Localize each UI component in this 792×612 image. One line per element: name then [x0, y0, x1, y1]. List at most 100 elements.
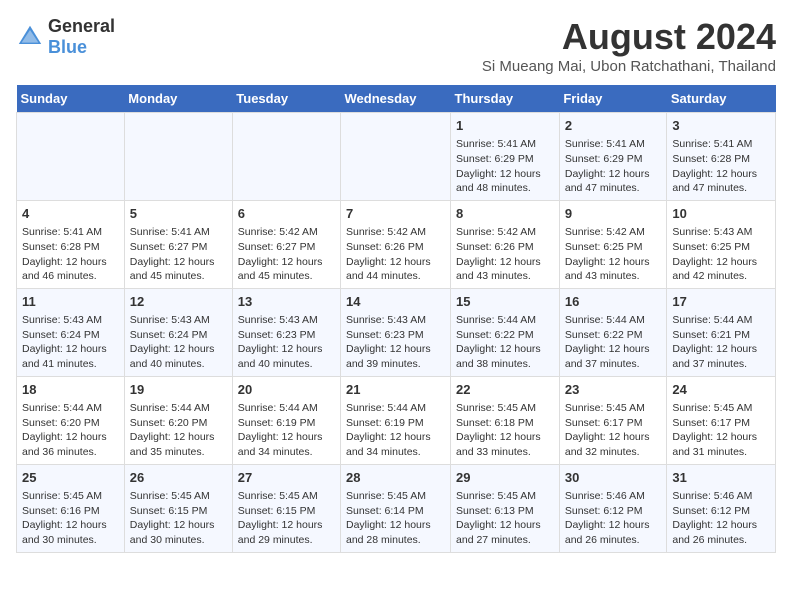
logo: General Blue: [16, 16, 115, 58]
day-info: Sunrise: 5:46 AMSunset: 6:12 PMDaylight:…: [672, 489, 770, 548]
day-info: Sunrise: 5:45 AMSunset: 6:15 PMDaylight:…: [130, 489, 227, 548]
day-number: 17: [672, 293, 770, 311]
calendar-cell: 15Sunrise: 5:44 AMSunset: 6:22 PMDayligh…: [451, 288, 560, 376]
title-section: August 2024 Si Mueang Mai, Ubon Ratchath…: [482, 16, 776, 75]
calendar-cell: 24 Sunrise: 5:45 AMSunset: 6:17 PMDayligh…: [667, 376, 776, 464]
day-info: Sunrise: 5:44 AMSunset: 6:20 PMDaylight:…: [130, 401, 227, 460]
day-info: Sunrise: 5:43 AMSunset: 6:23 PMDaylight:…: [346, 313, 445, 372]
day-info: Sunrise: 5:45 AMSunset: 6:17 PMDaylight:…: [565, 401, 662, 460]
calendar-cell: 28 Sunrise: 5:45 AMSunset: 6:14 PMDayligh…: [341, 464, 451, 552]
calendar-week-row: 18 Sunrise: 5:44 AMSunset: 6:20 PMDayligh…: [17, 376, 776, 464]
calendar-cell: 19 Sunrise: 5:44 AMSunset: 6:20 PMDayligh…: [124, 376, 232, 464]
calendar-cell: 21 Sunrise: 5:44 AMSunset: 6:19 PMDayligh…: [341, 376, 451, 464]
day-info: Sunrise: 5:41 AMSunset: 6:29 PMDaylight:…: [565, 137, 662, 196]
day-number: 4: [22, 205, 119, 223]
calendar-cell: 12 Sunrise: 5:43 AMSunset: 6:24 PMDayligh…: [124, 288, 232, 376]
calendar-cell: 9 Sunrise: 5:42 AMSunset: 6:25 PMDaylight…: [559, 200, 667, 288]
day-info: Sunrise: 5:44 AMSunset: 6:20 PMDaylight:…: [22, 401, 119, 460]
day-info: Sunrise: 5:41 AMSunset: 6:29 PMDaylight:…: [456, 137, 554, 196]
day-number: 25: [22, 469, 119, 487]
calendar-cell: 18 Sunrise: 5:44 AMSunset: 6:20 PMDayligh…: [17, 376, 125, 464]
calendar-cell: [17, 113, 125, 201]
calendar-cell: 17 Sunrise: 5:44 AMSunset: 6:21 PMDayligh…: [667, 288, 776, 376]
calendar-cell: 25 Sunrise: 5:45 AMSunset: 6:16 PMDayligh…: [17, 464, 125, 552]
page-header: General Blue August 2024 Si Mueang Mai, …: [16, 16, 776, 75]
day-info: Sunrise: 5:45 AMSunset: 6:13 PMDaylight:…: [456, 489, 554, 548]
day-info: Sunrise: 5:42 AMSunset: 6:27 PMDaylight:…: [238, 225, 335, 284]
calendar-cell: 27Sunrise: 5:45 AMSunset: 6:15 PMDayligh…: [232, 464, 340, 552]
day-number: 30: [565, 469, 662, 487]
day-number: 18: [22, 381, 119, 399]
day-number: 12: [130, 293, 227, 311]
day-info: Sunrise: 5:45 AMSunset: 6:18 PMDaylight:…: [456, 401, 554, 460]
day-number: 2: [565, 117, 662, 135]
day-info: Sunrise: 5:44 AMSunset: 6:19 PMDaylight:…: [238, 401, 335, 460]
calendar-cell: 10Sunrise: 5:43 AMSunset: 6:25 PMDayligh…: [667, 200, 776, 288]
day-info: Sunrise: 5:43 AMSunset: 6:24 PMDaylight:…: [130, 313, 227, 372]
calendar-week-row: 1 Sunrise: 5:41 AMSunset: 6:29 PMDaylight…: [17, 113, 776, 201]
calendar-week-row: 11 Sunrise: 5:43 AMSunset: 6:24 PMDayligh…: [17, 288, 776, 376]
day-info: Sunrise: 5:45 AMSunset: 6:17 PMDaylight:…: [672, 401, 770, 460]
calendar-cell: 7 Sunrise: 5:42 AMSunset: 6:26 PMDaylight…: [341, 200, 451, 288]
column-header-wednesday: Wednesday: [341, 85, 451, 113]
day-number: 1: [456, 117, 554, 135]
day-number: 11: [22, 293, 119, 311]
calendar-cell: 13Sunrise: 5:43 AMSunset: 6:23 PMDayligh…: [232, 288, 340, 376]
calendar-week-row: 25 Sunrise: 5:45 AMSunset: 6:16 PMDayligh…: [17, 464, 776, 552]
day-info: Sunrise: 5:45 AMSunset: 6:16 PMDaylight:…: [22, 489, 119, 548]
day-number: 24: [672, 381, 770, 399]
day-number: 20: [238, 381, 335, 399]
column-header-friday: Friday: [559, 85, 667, 113]
calendar-cell: 3 Sunrise: 5:41 AMSunset: 6:28 PMDaylight…: [667, 113, 776, 201]
day-number: 29: [456, 469, 554, 487]
day-info: Sunrise: 5:42 AMSunset: 6:26 PMDaylight:…: [456, 225, 554, 284]
day-info: Sunrise: 5:42 AMSunset: 6:26 PMDaylight:…: [346, 225, 445, 284]
location-subtitle: Si Mueang Mai, Ubon Ratchathani, Thailan…: [482, 58, 776, 75]
calendar-cell: 20 Sunrise: 5:44 AMSunset: 6:19 PMDayligh…: [232, 376, 340, 464]
day-number: 23: [565, 381, 662, 399]
day-number: 6: [238, 205, 335, 223]
day-number: 16: [565, 293, 662, 311]
day-info: Sunrise: 5:44 AMSunset: 6:22 PMDaylight:…: [565, 313, 662, 372]
day-info: Sunrise: 5:41 AMSunset: 6:28 PMDaylight:…: [22, 225, 119, 284]
calendar-cell: 22 Sunrise: 5:45 AMSunset: 6:18 PMDayligh…: [451, 376, 560, 464]
day-number: 14: [346, 293, 445, 311]
calendar-cell: 2 Sunrise: 5:41 AMSunset: 6:29 PMDaylight…: [559, 113, 667, 201]
calendar-cell: [124, 113, 232, 201]
calendar-cell: 1 Sunrise: 5:41 AMSunset: 6:29 PMDaylight…: [451, 113, 560, 201]
calendar-cell: 6 Sunrise: 5:42 AMSunset: 6:27 PMDaylight…: [232, 200, 340, 288]
logo-icon: [16, 23, 44, 51]
calendar-cell: [232, 113, 340, 201]
calendar-table: SundayMondayTuesdayWednesdayThursdayFrid…: [16, 85, 776, 553]
day-number: 22: [456, 381, 554, 399]
column-header-monday: Monday: [124, 85, 232, 113]
day-info: Sunrise: 5:41 AMSunset: 6:27 PMDaylight:…: [130, 225, 227, 284]
day-info: Sunrise: 5:42 AMSunset: 6:25 PMDaylight:…: [565, 225, 662, 284]
day-info: Sunrise: 5:45 AMSunset: 6:14 PMDaylight:…: [346, 489, 445, 548]
day-number: 7: [346, 205, 445, 223]
day-number: 21: [346, 381, 445, 399]
day-info: Sunrise: 5:41 AMSunset: 6:28 PMDaylight:…: [672, 137, 770, 196]
day-info: Sunrise: 5:44 AMSunset: 6:21 PMDaylight:…: [672, 313, 770, 372]
day-info: Sunrise: 5:43 AMSunset: 6:24 PMDaylight:…: [22, 313, 119, 372]
column-header-thursday: Thursday: [451, 85, 560, 113]
calendar-cell: 14 Sunrise: 5:43 AMSunset: 6:23 PMDayligh…: [341, 288, 451, 376]
day-info: Sunrise: 5:44 AMSunset: 6:22 PMDaylight:…: [456, 313, 554, 372]
day-number: 3: [672, 117, 770, 135]
column-header-sunday: Sunday: [17, 85, 125, 113]
calendar-cell: 11 Sunrise: 5:43 AMSunset: 6:24 PMDayligh…: [17, 288, 125, 376]
day-number: 28: [346, 469, 445, 487]
day-info: Sunrise: 5:46 AMSunset: 6:12 PMDaylight:…: [565, 489, 662, 548]
day-number: 31: [672, 469, 770, 487]
day-info: Sunrise: 5:45 AMSunset: 6:15 PMDaylight:…: [238, 489, 335, 548]
day-info: Sunrise: 5:44 AMSunset: 6:19 PMDaylight:…: [346, 401, 445, 460]
column-header-saturday: Saturday: [667, 85, 776, 113]
day-number: 8: [456, 205, 554, 223]
logo-general: General: [48, 16, 115, 36]
calendar-cell: 16 Sunrise: 5:44 AMSunset: 6:22 PMDayligh…: [559, 288, 667, 376]
day-number: 10: [672, 205, 770, 223]
day-number: 5: [130, 205, 227, 223]
day-number: 19: [130, 381, 227, 399]
day-number: 9: [565, 205, 662, 223]
calendar-week-row: 4 Sunrise: 5:41 AMSunset: 6:28 PMDaylight…: [17, 200, 776, 288]
